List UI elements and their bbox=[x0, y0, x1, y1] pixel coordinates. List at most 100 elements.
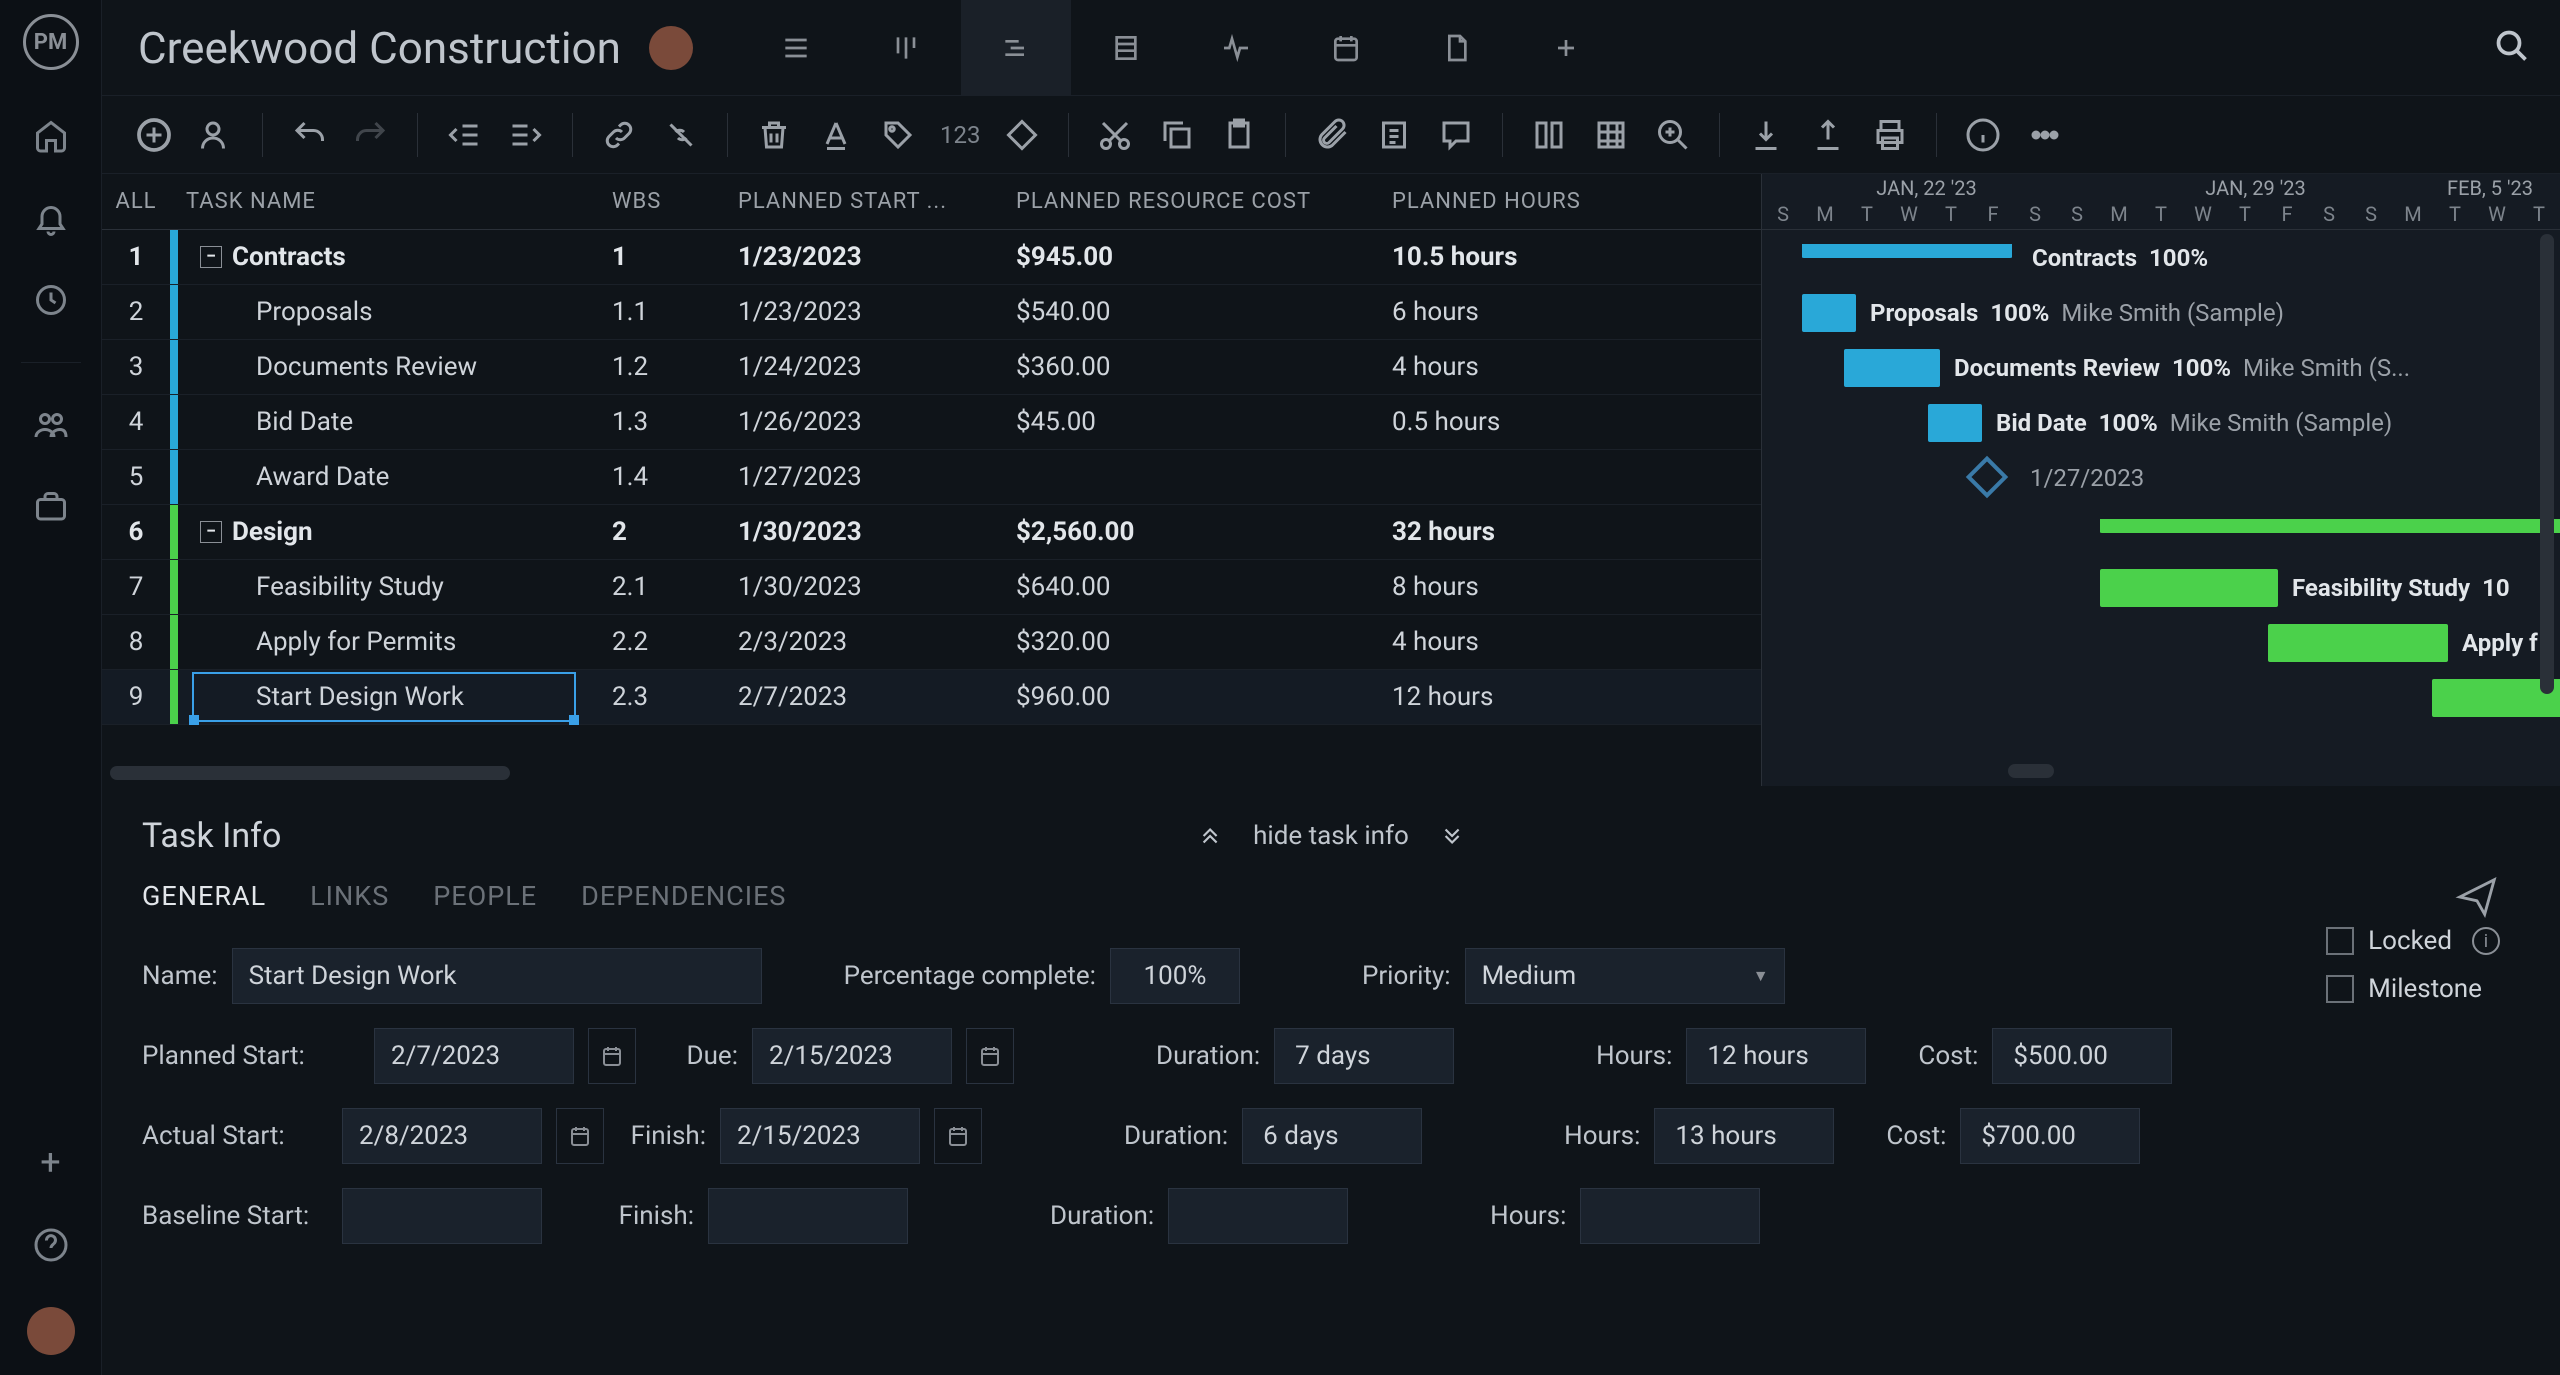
zoom-icon[interactable] bbox=[1653, 115, 1693, 155]
send-icon[interactable] bbox=[2454, 874, 2500, 920]
actual-finish-input[interactable] bbox=[720, 1108, 920, 1164]
task-name-input[interactable] bbox=[232, 948, 762, 1004]
table-row[interactable]: 9Start Design Work2.32/7/2023$960.0012 h… bbox=[102, 670, 1761, 725]
hide-task-info[interactable]: hide task info bbox=[1197, 821, 1465, 851]
export-icon[interactable] bbox=[1808, 115, 1848, 155]
gantt-bar[interactable] bbox=[1928, 404, 1982, 442]
view-activity-icon[interactable] bbox=[1181, 0, 1291, 96]
priority-select[interactable]: Medium bbox=[1465, 948, 1785, 1004]
view-list-icon[interactable] bbox=[741, 0, 851, 96]
tab-general[interactable]: GENERAL bbox=[142, 880, 266, 912]
cut-icon[interactable] bbox=[1095, 115, 1135, 155]
baseline-start-input[interactable] bbox=[342, 1188, 542, 1244]
user-avatar[interactable] bbox=[27, 1307, 75, 1355]
pct-complete-input[interactable] bbox=[1110, 948, 1240, 1004]
gantt-bar[interactable] bbox=[2100, 519, 2560, 533]
actual-start-input[interactable] bbox=[342, 1108, 542, 1164]
more-icon[interactable] bbox=[2025, 115, 2065, 155]
import-icon[interactable] bbox=[1746, 115, 1786, 155]
view-calendar-icon[interactable] bbox=[1291, 0, 1401, 96]
gantt-bar[interactable] bbox=[2268, 624, 2448, 662]
table-row[interactable]: 1−Contracts11/23/2023$945.0010.5 hours bbox=[102, 230, 1761, 285]
grid-horizontal-scrollbar[interactable] bbox=[110, 766, 510, 780]
col-wbs[interactable]: WBS bbox=[596, 174, 722, 229]
col-task-name[interactable]: TASK NAME bbox=[170, 174, 596, 229]
number-toggle[interactable]: 123 bbox=[940, 121, 980, 149]
milestone-icon[interactable] bbox=[1002, 115, 1042, 155]
unlink-icon[interactable] bbox=[661, 115, 701, 155]
columns-icon[interactable] bbox=[1529, 115, 1569, 155]
info-icon[interactable] bbox=[1963, 115, 2003, 155]
note-icon[interactable] bbox=[1374, 115, 1414, 155]
calendar-icon[interactable] bbox=[966, 1028, 1014, 1084]
calendar-icon[interactable] bbox=[556, 1108, 604, 1164]
gantt-bar[interactable] bbox=[2100, 569, 2278, 607]
view-board-icon[interactable] bbox=[851, 0, 961, 96]
col-planned-start[interactable]: PLANNED START ... bbox=[722, 174, 1000, 229]
baseline-hours-input[interactable] bbox=[1580, 1188, 1760, 1244]
paste-icon[interactable] bbox=[1219, 115, 1259, 155]
attach-icon[interactable] bbox=[1312, 115, 1352, 155]
planned-cost-input[interactable] bbox=[1992, 1028, 2172, 1084]
planned-duration-input[interactable] bbox=[1274, 1028, 1454, 1084]
table-row[interactable]: 6−Design21/30/2023$2,560.0032 hours bbox=[102, 505, 1761, 560]
project-avatar[interactable] bbox=[649, 26, 693, 70]
print-icon[interactable] bbox=[1870, 115, 1910, 155]
collapse-icon[interactable]: − bbox=[200, 521, 222, 543]
clock-icon[interactable] bbox=[31, 280, 71, 320]
gantt-bar[interactable] bbox=[1802, 244, 2012, 258]
trash-icon[interactable] bbox=[754, 115, 794, 155]
col-all[interactable]: ALL bbox=[102, 174, 170, 229]
tab-dependencies[interactable]: DEPENDENCIES bbox=[581, 880, 786, 912]
table-row[interactable]: 7Feasibility Study2.11/30/2023$640.008 h… bbox=[102, 560, 1761, 615]
due-input[interactable] bbox=[752, 1028, 952, 1084]
assign-icon[interactable] bbox=[196, 115, 236, 155]
undo-icon[interactable] bbox=[289, 115, 329, 155]
actual-cost-input[interactable] bbox=[1960, 1108, 2140, 1164]
calendar-icon[interactable] bbox=[588, 1028, 636, 1084]
planned-hours-input[interactable] bbox=[1686, 1028, 1866, 1084]
indent-icon[interactable] bbox=[506, 115, 546, 155]
add-button[interactable]: + bbox=[40, 1141, 60, 1183]
baseline-finish-input[interactable] bbox=[708, 1188, 908, 1244]
outdent-icon[interactable] bbox=[444, 115, 484, 155]
col-planned-hours[interactable]: PLANNED HOURS bbox=[1376, 174, 1632, 229]
home-icon[interactable] bbox=[31, 116, 71, 156]
table-row[interactable]: 3Documents Review1.21/24/2023$360.004 ho… bbox=[102, 340, 1761, 395]
actual-hours-input[interactable] bbox=[1654, 1108, 1834, 1164]
view-add-icon[interactable] bbox=[1511, 0, 1621, 96]
bell-icon[interactable] bbox=[31, 198, 71, 238]
search-icon[interactable] bbox=[2494, 28, 2534, 68]
gantt-horizontal-scrollbar[interactable] bbox=[2008, 764, 2054, 778]
view-sheet-icon[interactable] bbox=[1071, 0, 1181, 96]
app-logo[interactable]: PM bbox=[23, 14, 79, 70]
gantt-bar[interactable] bbox=[1844, 349, 1940, 387]
table-row[interactable]: 4Bid Date1.31/26/2023$45.000.5 hours bbox=[102, 395, 1761, 450]
table-row[interactable]: 8Apply for Permits2.22/3/2023$320.004 ho… bbox=[102, 615, 1761, 670]
gantt-bar[interactable] bbox=[1802, 294, 1856, 332]
table-row[interactable]: 5Award Date1.41/27/2023 bbox=[102, 450, 1761, 505]
copy-icon[interactable] bbox=[1157, 115, 1197, 155]
briefcase-icon[interactable] bbox=[31, 487, 71, 527]
view-gantt-icon[interactable] bbox=[961, 0, 1071, 96]
collapse-icon[interactable]: − bbox=[200, 246, 222, 268]
format-icon[interactable] bbox=[816, 115, 856, 155]
col-planned-cost[interactable]: PLANNED RESOURCE COST bbox=[1000, 174, 1376, 229]
locked-info-icon[interactable]: i bbox=[2472, 927, 2500, 955]
planned-start-input[interactable] bbox=[374, 1028, 574, 1084]
link-icon[interactable] bbox=[599, 115, 639, 155]
calendar-icon[interactable] bbox=[934, 1108, 982, 1164]
locked-checkbox[interactable] bbox=[2326, 927, 2354, 955]
help-icon[interactable] bbox=[31, 1225, 71, 1265]
view-file-icon[interactable] bbox=[1401, 0, 1511, 96]
baseline-duration-input[interactable] bbox=[1168, 1188, 1348, 1244]
table-row[interactable]: 2Proposals1.11/23/2023$540.006 hours bbox=[102, 285, 1761, 340]
people-icon[interactable] bbox=[31, 405, 71, 445]
tab-people[interactable]: PEOPLE bbox=[433, 880, 537, 912]
actual-duration-input[interactable] bbox=[1242, 1108, 1422, 1164]
gantt-milestone[interactable] bbox=[1966, 456, 2008, 498]
comment-icon[interactable] bbox=[1436, 115, 1476, 155]
gantt-vertical-scrollbar[interactable] bbox=[2540, 234, 2554, 694]
tag-icon[interactable] bbox=[878, 115, 918, 155]
milestone-checkbox[interactable] bbox=[2326, 975, 2354, 1003]
